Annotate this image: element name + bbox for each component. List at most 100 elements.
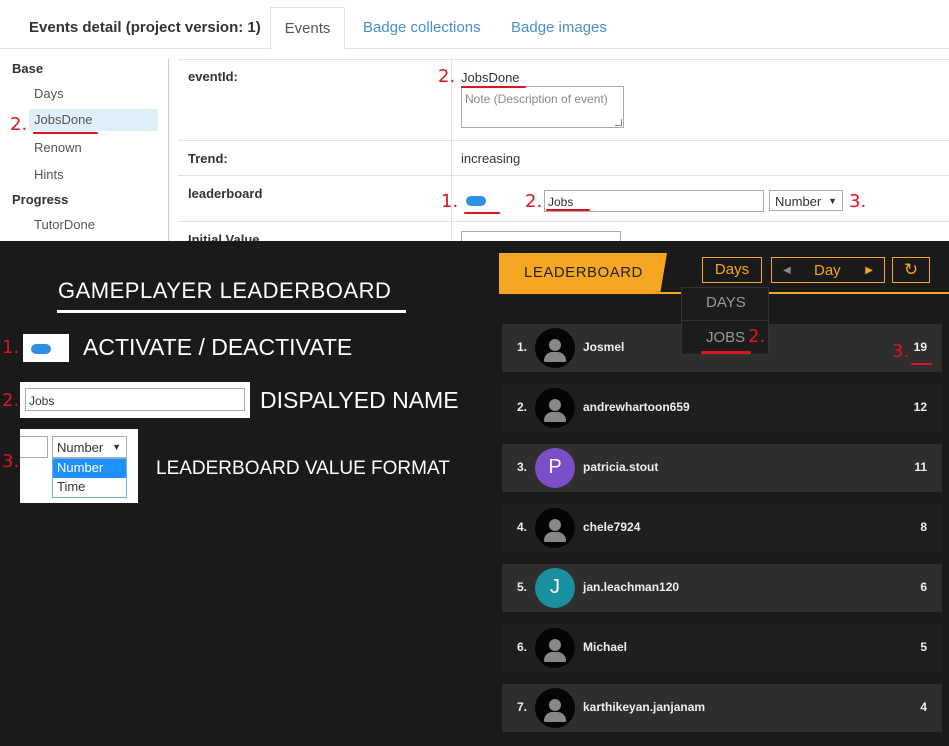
sidebar-item-days[interactable]: Days <box>34 86 64 101</box>
dropdown-item-jobs[interactable]: JOBS <box>706 329 745 346</box>
annotation-marker-2: 2. <box>2 390 20 411</box>
row-rank: 1. <box>517 340 528 354</box>
leaderboard-toggle[interactable] <box>466 196 486 206</box>
row-username: Michael <box>583 640 628 654</box>
format-preview-input <box>20 436 48 458</box>
page-title: Events detail (project version: 1) <box>29 19 261 36</box>
note-textarea[interactable]: Note (Description of event) <box>461 86 624 128</box>
annotation-underline <box>911 363 932 365</box>
sidebar-item-tutordone[interactable]: TutorDone <box>34 217 95 232</box>
leaderboard-label: leaderboard <box>188 186 263 201</box>
leaderboard-tab[interactable]: LEADERBOARD <box>499 253 667 293</box>
row-score: 6 <box>920 580 927 594</box>
activate-toggle[interactable] <box>31 344 51 354</box>
tab-events[interactable]: Events <box>270 7 345 50</box>
row-rank: 3. <box>517 460 528 474</box>
period-select-button[interactable]: Days <box>702 257 762 283</box>
silhouette-body <box>544 532 566 542</box>
annotation-underline <box>33 132 98 134</box>
user-silhouette-icon <box>535 628 575 668</box>
annotation-marker-2: 2. <box>748 326 766 347</box>
annotation-marker-2: 2. <box>525 191 543 212</box>
format-select-preview[interactable]: Number ▼ <box>52 436 127 458</box>
row-username: chele7924 <box>583 520 641 534</box>
sidebar-item-renown[interactable]: Renown <box>34 140 82 155</box>
format-option-time[interactable]: Time <box>53 478 126 497</box>
annotation-marker-3: 3. <box>2 451 20 472</box>
leaderboard-row: 3. Ppatricia.stout 11 <box>502 444 942 492</box>
dropdown-item-days[interactable]: DAYS <box>706 294 746 311</box>
period-select-label: Days <box>714 261 750 278</box>
sidebar-item-hints[interactable]: Hints <box>34 167 64 182</box>
event-id-label: eventId: <box>188 69 238 84</box>
annotation-marker-2: 2. <box>438 66 456 87</box>
leaderboard-row: 4. chele7924 8 <box>502 504 942 552</box>
row-score: 5 <box>920 640 927 654</box>
sidebar-item-jobsdone[interactable]: JobsDone <box>29 109 158 131</box>
guide-title-underline <box>57 310 406 313</box>
silhouette-body <box>544 352 566 362</box>
row-score: 12 <box>913 400 927 414</box>
period-label: Day <box>814 262 841 279</box>
trend-label: Trend: <box>188 151 228 166</box>
avatar-letter: J <box>535 568 575 608</box>
tab-badge-collections[interactable]: Badge collections <box>363 19 481 36</box>
form-row-divider <box>178 221 949 222</box>
row-username: andrewhartoon659 <box>583 400 690 414</box>
format-options-list: Number Time <box>52 458 127 498</box>
resize-grip-icon[interactable] <box>615 119 622 126</box>
row-rank: 5. <box>517 580 528 594</box>
row-username: Josmel <box>583 340 625 354</box>
refresh-icon: ↻ <box>903 260 919 279</box>
annotation-underline <box>461 86 526 88</box>
format-select-value: Number <box>775 194 822 209</box>
silhouette-head <box>549 519 561 531</box>
displayed-name-input[interactable]: Jobs <box>25 388 245 411</box>
event-id-value: JobsDone <box>461 70 520 85</box>
format-label: LEADERBOARD VALUE FORMAT <box>156 458 450 479</box>
user-silhouette-icon <box>535 388 575 428</box>
annotation-marker-1: 1. <box>2 337 20 358</box>
silhouette-head <box>549 399 561 411</box>
annotation-underline <box>546 209 590 211</box>
leaderboard-tab-label: LEADERBOARD <box>524 264 643 281</box>
silhouette-head <box>549 699 561 711</box>
avatar-initial: P <box>548 456 562 478</box>
annotation-marker-3: 3. <box>849 191 867 212</box>
row-rank: 4. <box>517 520 528 534</box>
sidebar-section-base: Base <box>12 61 44 76</box>
annotation-marker-1: 1. <box>441 191 459 212</box>
annotation-marker-3: 3. <box>892 341 910 362</box>
trend-value: increasing <box>461 151 521 166</box>
row-score: 19 <box>913 340 927 354</box>
leaderboard-row: 2. andrewhartoon659 12 <box>502 384 942 432</box>
silhouette-body <box>544 412 566 422</box>
format-option-number[interactable]: Number <box>53 459 126 478</box>
annotation-marker-2: 2. <box>10 114 28 135</box>
refresh-button[interactable]: ↻ <box>892 257 930 283</box>
row-rank: 2. <box>517 400 528 414</box>
tab-badge-images[interactable]: Badge images <box>511 19 607 36</box>
activate-label: ACTIVATE / DEACTIVATE <box>83 334 353 360</box>
avatar-letter: P <box>535 448 575 488</box>
form-row-divider <box>178 140 949 141</box>
event-sidebar: Base Days JobsDone Renown Hints Progress… <box>0 50 168 241</box>
next-arrow-icon[interactable]: ▶ <box>865 265 873 276</box>
row-score: 11 <box>914 460 927 474</box>
silhouette-body <box>544 712 566 722</box>
silhouette-body <box>544 652 566 662</box>
silhouette-head <box>549 339 561 351</box>
sidebar-divider <box>168 59 169 241</box>
user-silhouette-icon <box>535 328 575 368</box>
row-username: patricia.stout <box>583 460 659 474</box>
user-silhouette-icon <box>535 508 575 548</box>
silhouette-head <box>549 639 561 651</box>
prev-arrow-icon[interactable]: ◀ <box>783 265 791 276</box>
note-placeholder: Note (Description of event) <box>465 92 608 106</box>
displayed-name-label: DISPALYED NAME <box>260 387 459 413</box>
leaderboard-format-select[interactable]: Number ▼ <box>769 190 843 211</box>
row-rank: 7. <box>517 700 528 714</box>
chevron-down-icon: ▼ <box>828 196 837 206</box>
leaderboard-row: 6. Michael 5 <box>502 624 942 672</box>
user-silhouette-icon <box>535 688 575 728</box>
